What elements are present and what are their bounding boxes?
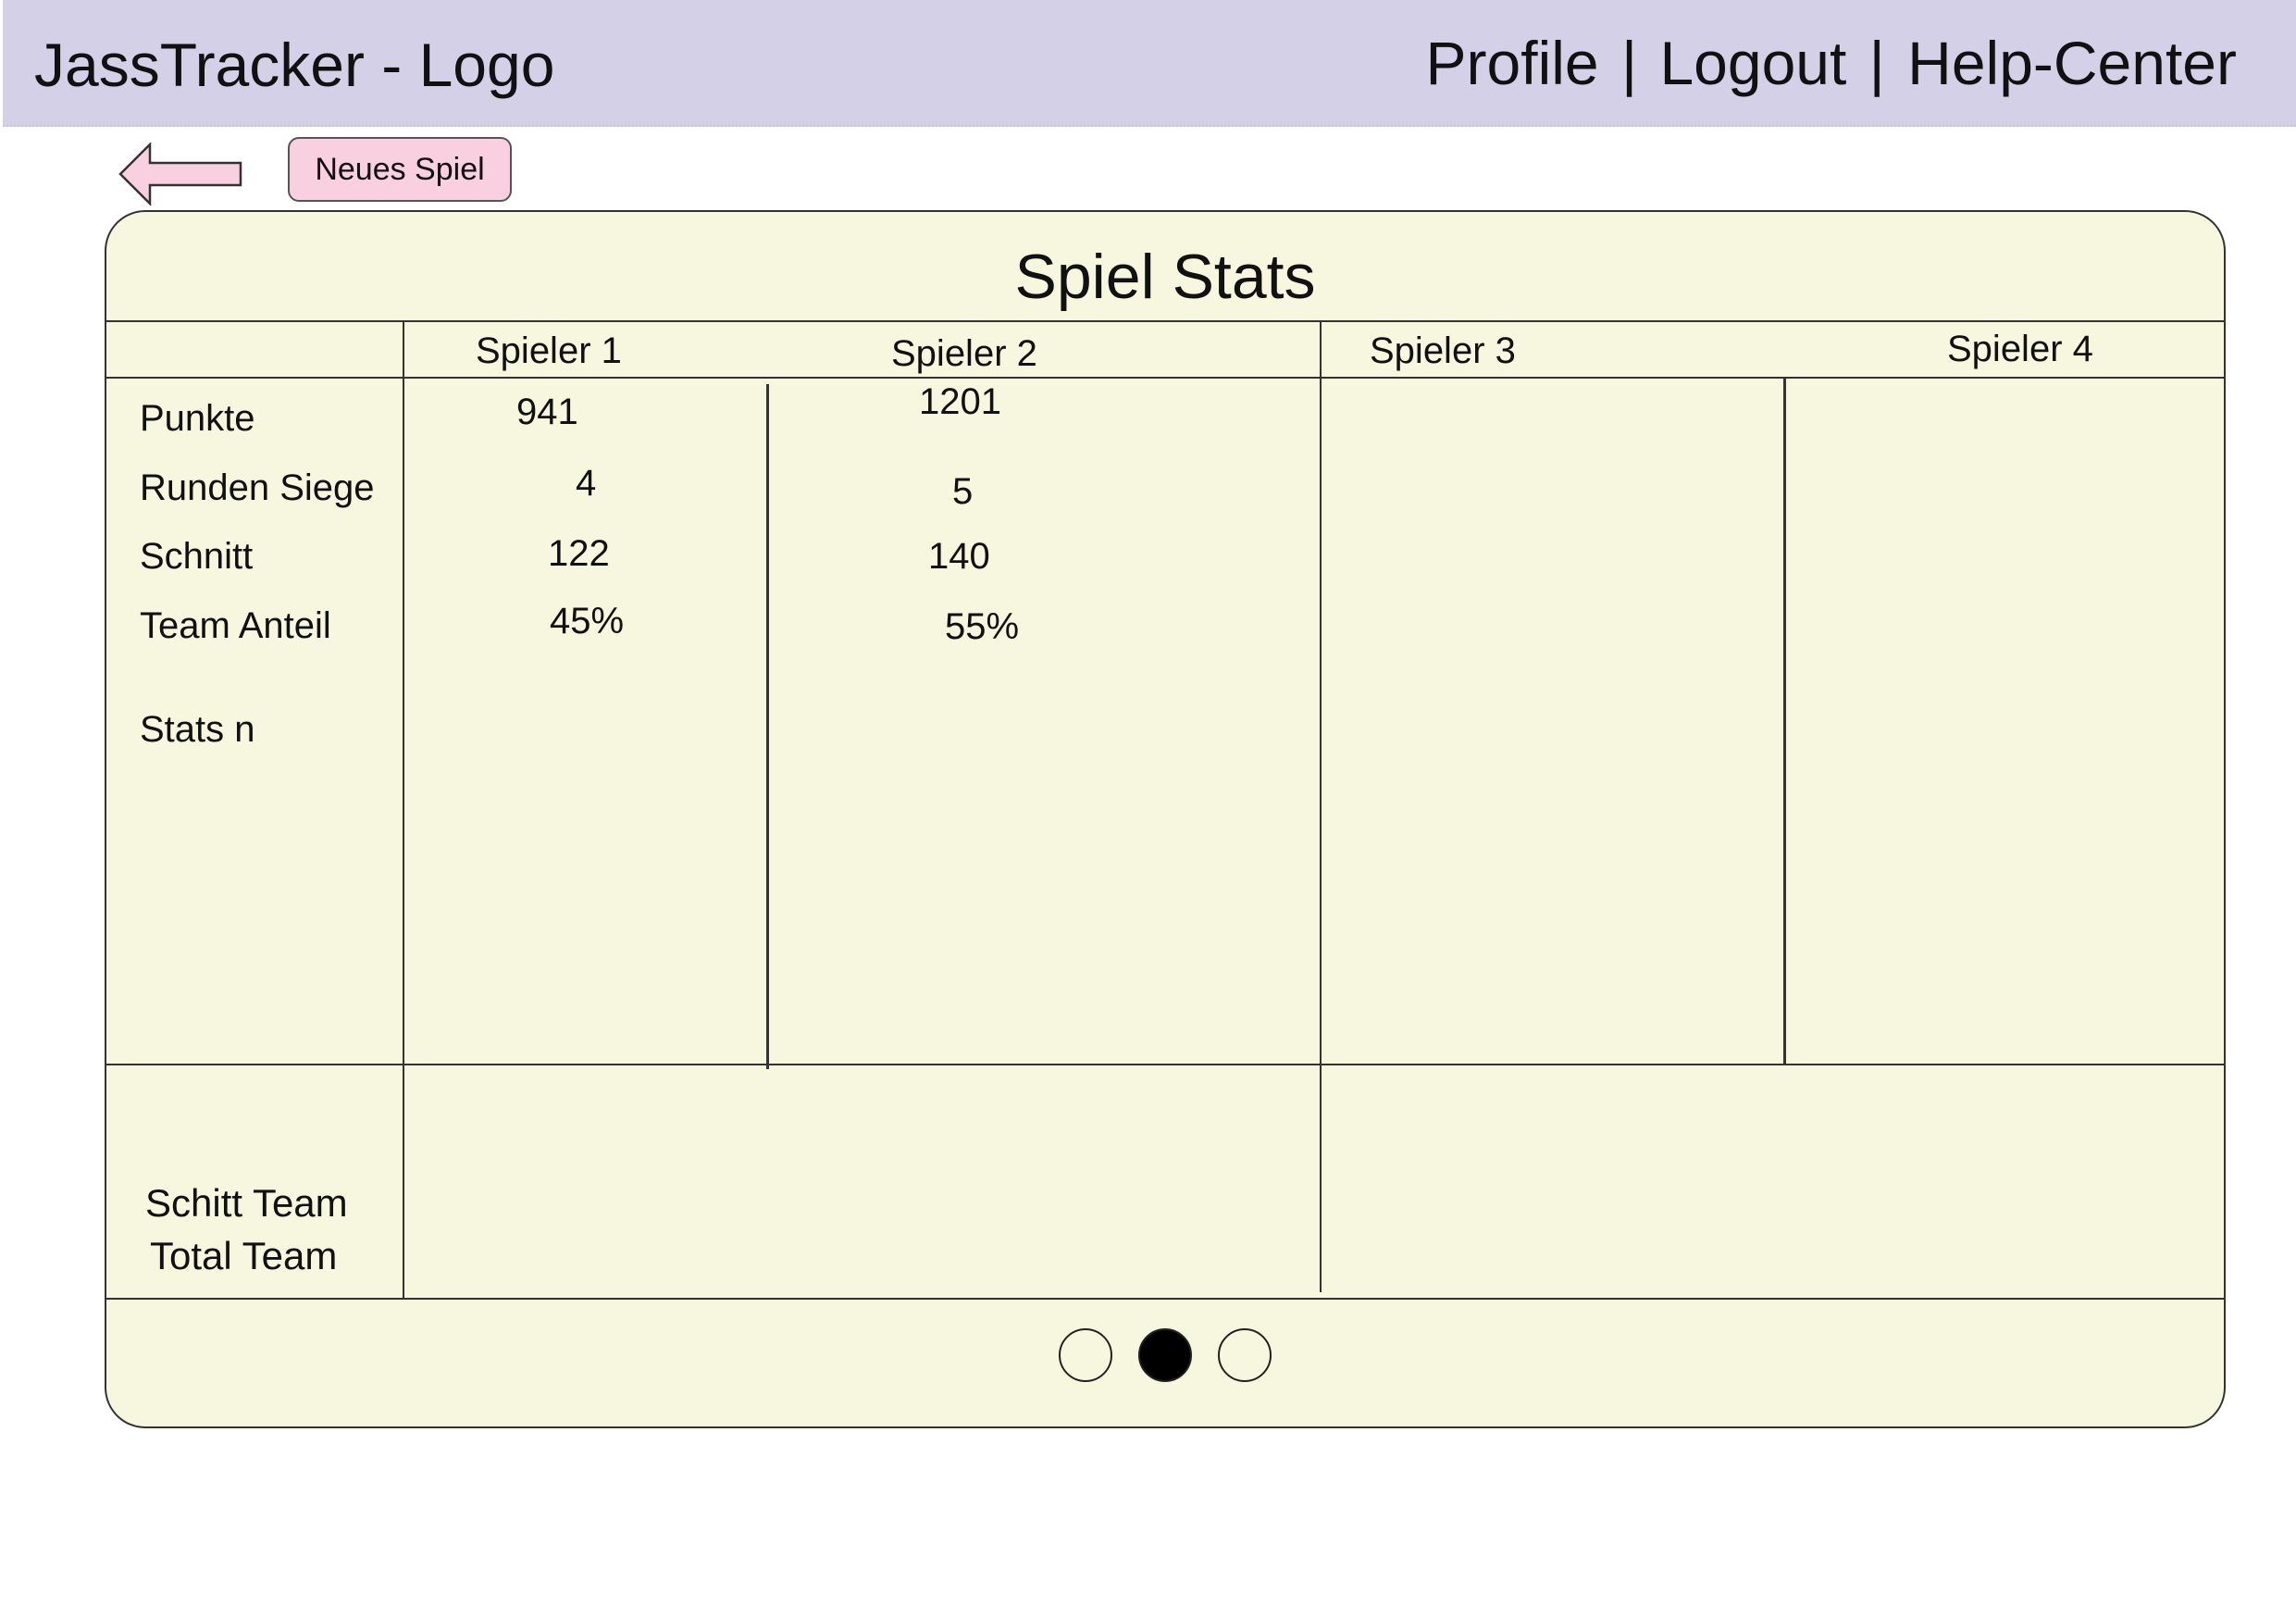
cell-punkte-player-2: 1201 (919, 381, 1001, 422)
cell-runden-siege-player-2: 5 (952, 471, 974, 512)
table-divider (106, 320, 2224, 322)
table-divider (1783, 379, 1786, 1064)
cell-schnitt-player-1: 122 (548, 533, 610, 574)
row-label-team-anteil: Team Anteil (140, 605, 331, 646)
logout-link[interactable]: Logout (1659, 29, 1846, 97)
player-4-header: Spieler 4 (1947, 329, 2093, 369)
cell-runden-siege-player-1: 4 (576, 463, 597, 504)
row-label-punkte: Punkte (140, 398, 255, 439)
page-dot-3[interactable] (1218, 1328, 1272, 1382)
table-divider (403, 320, 404, 1300)
top-navigation: Profile | Logout | Help-Center (1426, 26, 2237, 100)
table-divider (1320, 320, 1322, 1292)
page-dot-1[interactable] (1059, 1328, 1112, 1382)
cell-team-anteil-player-1: 45% (550, 601, 625, 641)
row-label-stats-n: Stats n (140, 709, 255, 750)
stats-panel: Spiel Stats Spieler 1 Spieler 2 Spieler … (105, 210, 2226, 1428)
stats-title: Spiel Stats (1014, 242, 1316, 312)
app-logo[interactable]: JassTracker - Logo (34, 28, 554, 102)
player-3-header: Spieler 3 (1370, 330, 1516, 371)
page-dot-2-active[interactable] (1138, 1328, 1192, 1382)
table-divider (766, 384, 769, 1069)
nav-separator: | (1620, 29, 1638, 97)
help-center-link[interactable]: Help-Center (1907, 29, 2237, 97)
row-label-schnitt: Schnitt (140, 536, 254, 577)
player-2-header: Spieler 2 (891, 333, 1037, 374)
new-game-button[interactable]: Neues Spiel (288, 137, 512, 202)
team-average-label: Schitt Team (145, 1181, 348, 1225)
left-arrow-icon[interactable] (118, 143, 244, 205)
table-divider (106, 377, 2224, 379)
nav-separator: | (1868, 29, 1885, 97)
player-1-header: Spieler 1 (476, 330, 622, 371)
cell-punkte-player-1: 941 (516, 392, 578, 432)
app-header: JassTracker - Logo Profile | Logout | He… (3, 0, 2296, 127)
table-divider (106, 1298, 2224, 1300)
profile-link[interactable]: Profile (1426, 29, 1599, 97)
table-divider (106, 1064, 2224, 1065)
page-indicator (106, 1328, 2224, 1384)
team-total-label: Total Team (150, 1234, 338, 1277)
cell-team-anteil-player-2: 55% (945, 606, 1020, 647)
row-label-runden-siege: Runden Siege (140, 467, 375, 508)
cell-schnitt-player-2: 140 (928, 536, 990, 577)
